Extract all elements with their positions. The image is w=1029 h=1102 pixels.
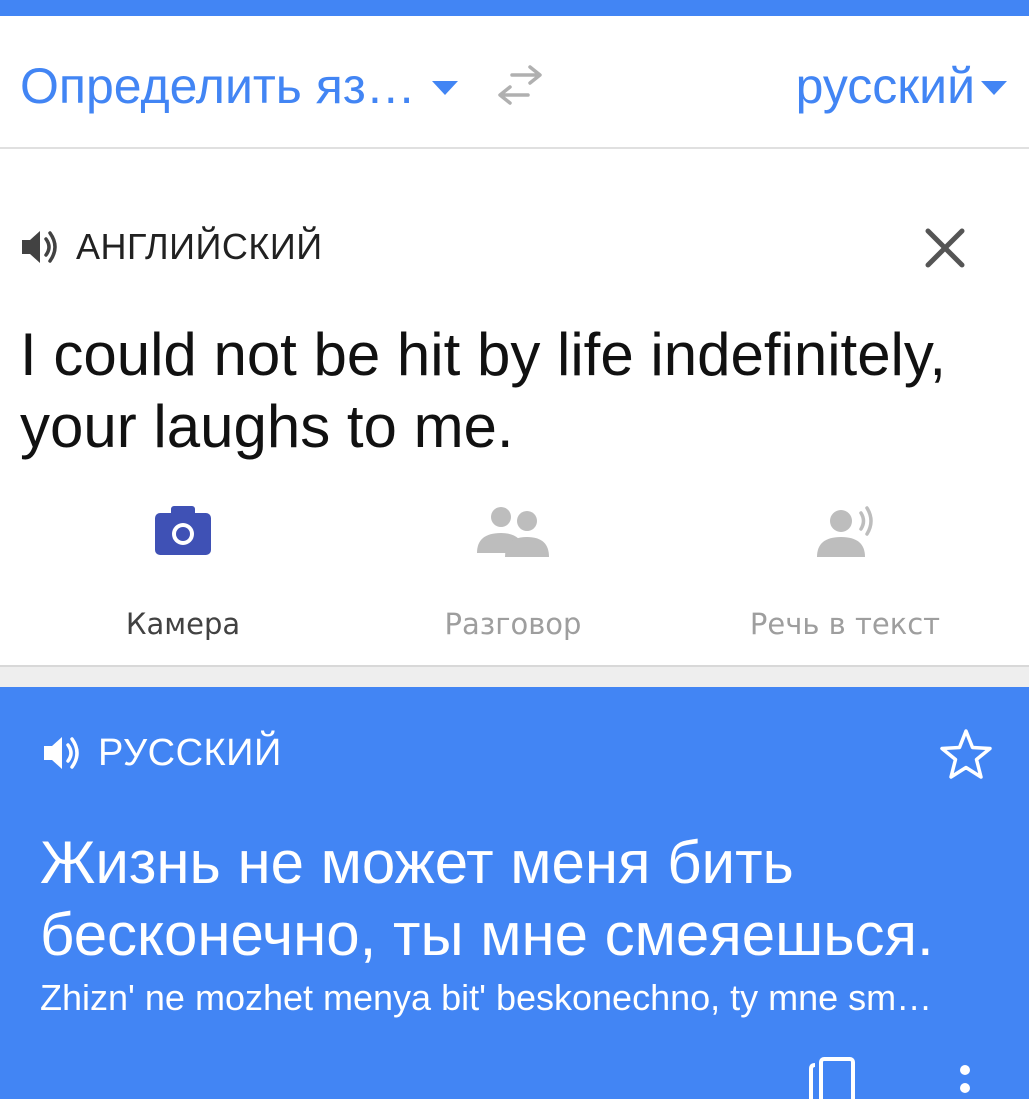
tool-camera[interactable]: Камера <box>18 499 348 649</box>
copy-icon[interactable] <box>805 1057 861 1099</box>
translation-card: РУССКИЙ Жизнь не может меня бить бесконе… <box>0 687 1029 1099</box>
target-language-header: РУССКИЙ <box>42 731 282 775</box>
more-options-icon[interactable] <box>950 1062 980 1102</box>
source-language-header: АНГЛИЙСКИЙ <box>20 225 323 269</box>
source-language-selector[interactable]: Определить яз… <box>20 56 458 116</box>
target-language-name: РУССКИЙ <box>98 731 282 774</box>
tool-conversation-label: Разговор <box>444 607 582 641</box>
star-icon[interactable] <box>938 727 994 783</box>
source-language-name: АНГЛИЙСКИЙ <box>76 226 323 267</box>
input-card: АНГЛИЙСКИЙ I could not be hit by life in… <box>0 149 1029 665</box>
tool-speech-to-text-label: Речь в текст <box>749 607 941 641</box>
conversation-icon <box>477 507 549 557</box>
speaker-icon[interactable] <box>20 227 62 267</box>
speech-to-text-icon <box>817 506 873 557</box>
language-bar: Определить яз… русский <box>0 16 1029 149</box>
target-language-label: русский <box>795 58 975 114</box>
source-language-label: Определить яз… <box>20 58 416 114</box>
target-language-selector[interactable]: русский <box>796 56 1007 116</box>
section-divider <box>0 665 1029 689</box>
tool-conversation[interactable]: Разговор <box>348 499 678 649</box>
dropdown-arrow-icon <box>981 81 1007 95</box>
tool-camera-label: Камера <box>125 607 241 641</box>
speaker-icon[interactable] <box>42 733 84 773</box>
swap-languages-icon[interactable] <box>490 61 550 111</box>
close-icon[interactable] <box>922 225 968 271</box>
source-text[interactable]: I could not be hit by life indefinitely,… <box>20 319 1000 463</box>
top-accent-bar <box>0 0 1029 16</box>
translated-text[interactable]: Жизнь не может меня бить бесконечно, ты … <box>40 827 1010 971</box>
input-tools: Камера Разговор Речь в текст <box>0 499 1029 649</box>
camera-icon <box>155 506 211 555</box>
transliteration-text: Zhizn' ne mozhet menya bit' beskonechno,… <box>40 977 933 1018</box>
dropdown-arrow-icon <box>431 81 458 95</box>
tool-speech-to-text[interactable]: Речь в текст <box>680 499 1010 649</box>
